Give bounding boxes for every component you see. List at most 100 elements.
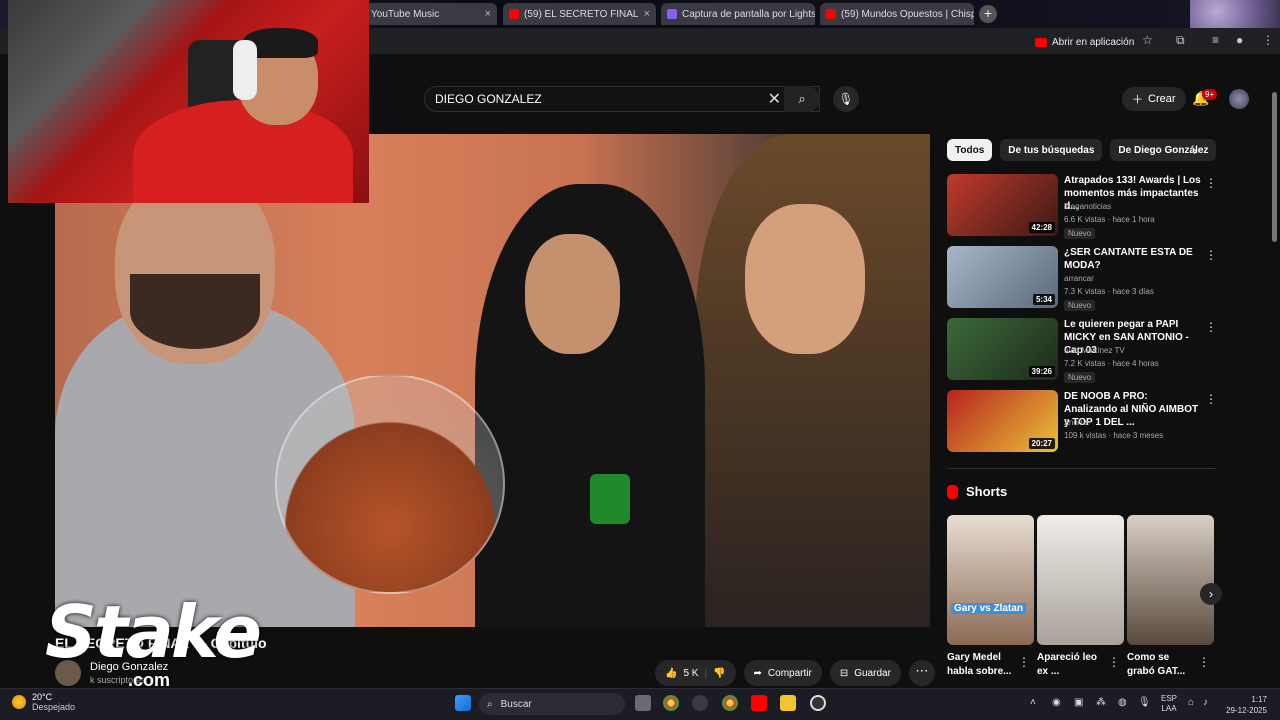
video-frame-glass <box>275 374 505 594</box>
filter-chips: Todos De tus búsquedas De Diego González <box>947 139 1217 161</box>
duration: 20:27 <box>1028 438 1055 449</box>
recommended-video[interactable]: 20:27 DE NOOB A PRO: Analizando al NIÑO … <box>947 390 1217 454</box>
video-thumbnail[interactable]: 5:34 <box>947 246 1058 308</box>
video-thumbnail[interactable]: 20:27 <box>947 390 1058 452</box>
short-title[interactable]: Gary Medel habla sobre... <box>947 651 1019 679</box>
lang-top: ESP <box>1161 694 1178 703</box>
create-button[interactable]: ＋ Crear <box>1122 87 1186 111</box>
short-thumbnail[interactable]: Gary vs Zlatan <box>947 515 1034 645</box>
search-input[interactable]: DIEGO GONZALEZ ✕ <box>424 86 820 112</box>
video-meta: 6.6 K vistas · hace 1 hora <box>1064 215 1155 224</box>
short-title[interactable]: Apareció leo ex ... <box>1037 651 1109 679</box>
chrome-icon[interactable] <box>722 695 738 711</box>
stake-logo-overlay: Stake .com <box>45 590 262 702</box>
scrollbar[interactable] <box>1272 92 1277 242</box>
like-count: 5 K <box>683 667 699 679</box>
recommended-video[interactable]: 42:28 Atrapados 133! Awards | Los moment… <box>947 174 1217 239</box>
wifi-icon[interactable]: ⌂ <box>1188 697 1194 708</box>
short-thumbnail[interactable] <box>1127 515 1214 645</box>
webcam-person-shirt <box>133 100 353 203</box>
menu-icon[interactable]: ⋮ <box>1262 33 1274 47</box>
tab-mundos-opuestos[interactable]: (59) Mundos Opuestos | Chisp...× <box>820 3 974 25</box>
kebab-icon[interactable]: ⋮ <box>1018 655 1030 669</box>
app-icon[interactable] <box>692 695 708 711</box>
mic-icon[interactable]: 🎙 <box>1138 697 1151 708</box>
recommended-video[interactable]: 5:34 ¿SER CANTANTE ESTA DE MODA? arranca… <box>947 246 1217 311</box>
open-in-app-label: Abrir en aplicación <box>1052 36 1135 48</box>
chevron-right-icon[interactable]: › <box>1200 583 1222 605</box>
like-dislike-button[interactable]: 👍 5 K | 👎 <box>655 660 736 686</box>
windows-icon[interactable] <box>455 695 471 711</box>
voice-search-button[interactable]: 🎙 <box>833 86 859 112</box>
profile-icon[interactable]: ● <box>1236 33 1243 47</box>
short-thumbnail[interactable] <box>1037 515 1124 645</box>
channel-name[interactable]: Meganoticias <box>1064 202 1111 211</box>
search-button[interactable]: ⌕ <box>784 86 820 112</box>
language-indicator[interactable]: ESP LAA <box>1161 694 1177 714</box>
video-player[interactable] <box>55 134 930 627</box>
channel-name[interactable]: arrancar <box>1064 274 1094 283</box>
extensions-icon[interactable]: ⧉ <box>1176 33 1185 48</box>
date: 29-12-2025 <box>1226 706 1267 715</box>
youtube-icon[interactable] <box>751 695 767 711</box>
avatar[interactable] <box>1229 89 1249 109</box>
like-icon[interactable]: 👍 <box>665 668 677 679</box>
kebab-icon[interactable]: ⋮ <box>1108 655 1120 669</box>
reading-list-icon[interactable]: ≡ <box>1212 33 1219 47</box>
chevron-right-icon[interactable]: › <box>1193 143 1197 158</box>
tab-youtube-music[interactable]: YouTube Music × <box>365 3 497 25</box>
tab-lightshot[interactable]: Captura de pantalla por Lightshot× <box>661 3 815 25</box>
kebab-icon[interactable]: ⋮ <box>1205 248 1217 262</box>
kebab-icon[interactable]: ⋮ <box>1198 655 1210 669</box>
channel-name[interactable]: Znorux <box>1064 418 1089 427</box>
chevron-up-icon[interactable]: ˄ <box>1030 697 1036 708</box>
save-button[interactable]: ⊟ Guardar <box>829 660 901 686</box>
close-icon[interactable]: ✕ <box>768 89 781 109</box>
kebab-icon[interactable]: ⋮ <box>1205 176 1217 190</box>
kebab-icon[interactable]: ⋮ <box>1205 320 1217 334</box>
new-badge: Nuevo <box>1064 300 1096 311</box>
clock[interactable]: 1:17 29-12-2025 <box>1226 694 1267 716</box>
video-thumbnail[interactable]: 42:28 <box>947 174 1058 236</box>
chip-channel[interactable]: De Diego González <box>1110 139 1217 161</box>
media-player-icon[interactable] <box>810 695 826 711</box>
tab-label: (59) Mundos Opuestos | Chisp... <box>841 8 974 20</box>
search-icon: ⌕ <box>487 698 493 710</box>
lightshot-icon <box>667 9 677 19</box>
tray-app-icon[interactable]: ▣ <box>1074 697 1083 708</box>
chrome-icon[interactable] <box>663 695 679 711</box>
video-thumbnail[interactable]: 39:26 <box>947 318 1058 380</box>
share-button[interactable]: ➦ Compartir <box>743 660 822 686</box>
tab-secreto-final[interactable]: (59) EL SECRETO FINAL × <box>503 3 656 25</box>
tray-app-icon[interactable]: ⁂ <box>1096 697 1106 708</box>
new-badge: Nuevo <box>1064 372 1096 383</box>
taskbar-search-label: Buscar <box>500 698 532 710</box>
tray-app-icon[interactable]: ◉ <box>1052 697 1061 708</box>
more-icon[interactable]: ⋯ <box>908 660 935 686</box>
wallpaper-thumbnail <box>1190 0 1280 28</box>
duration: 39:26 <box>1028 366 1055 377</box>
taskbar-search[interactable]: ⌕ Buscar <box>479 693 625 715</box>
separator: | <box>704 667 708 679</box>
shorts-header: Shorts <box>947 484 1007 499</box>
weather-widget[interactable]: 20°C Despejado <box>12 692 75 712</box>
new-tab-button[interactable]: + <box>979 5 997 23</box>
tray-app-icon[interactable]: ◍ <box>1118 697 1127 708</box>
volume-icon[interactable]: ♪ <box>1203 697 1208 708</box>
kebab-icon[interactable]: ⋮ <box>1205 392 1217 406</box>
close-icon[interactable]: × <box>640 8 650 20</box>
channel-name[interactable]: Iván Martínez TV <box>1064 346 1125 355</box>
shorts-icon <box>947 484 958 499</box>
dislike-icon[interactable]: 👎 <box>713 668 725 679</box>
recommended-video[interactable]: 39:26 Le quieren pegar a PAPI MICKY en S… <box>947 318 1217 383</box>
star-icon[interactable]: ☆ <box>1142 33 1153 47</box>
open-in-app-button[interactable]: Abrir en aplicación <box>1035 33 1134 51</box>
video-title[interactable]: ¿SER CANTANTE ESTA DE MODA? <box>1064 246 1202 272</box>
chip-searches[interactable]: De tus búsquedas <box>1000 139 1103 161</box>
task-view-icon[interactable] <box>635 695 651 711</box>
share-icon: ➦ <box>753 667 762 679</box>
close-icon[interactable]: × <box>481 8 491 20</box>
folder-icon[interactable] <box>780 695 796 711</box>
short-title[interactable]: Como se grabó GAT... <box>1127 651 1199 679</box>
chip-todos[interactable]: Todos <box>947 139 993 161</box>
